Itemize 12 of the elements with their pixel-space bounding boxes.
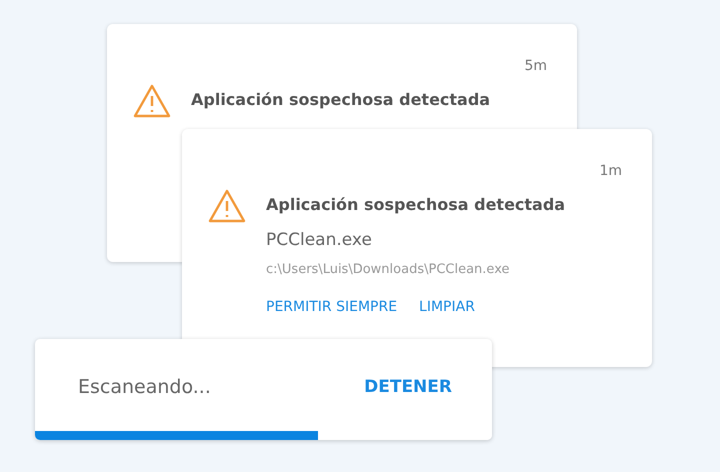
action-link[interactable]: PERMITIR SIEMPRE: [266, 299, 398, 315]
notification-title: Aplicación sospechosa detectada: [191, 90, 490, 109]
notification-title: Aplicación sospechosa detectada: [266, 195, 566, 214]
warning-icon: [133, 84, 171, 118]
warning-icon: [208, 189, 246, 223]
stop-button[interactable]: DETENER: [364, 377, 452, 397]
file-path: c:\Users\Luis\Downloads\PCClean.exe: [266, 262, 510, 277]
action-link[interactable]: LIMPIAR: [419, 299, 475, 315]
time-label: 1m: [599, 163, 622, 179]
file-name: PCClean.exe: [266, 230, 372, 250]
scan-status: Escaneando...: [78, 376, 211, 398]
time-label: 5m: [524, 58, 547, 74]
